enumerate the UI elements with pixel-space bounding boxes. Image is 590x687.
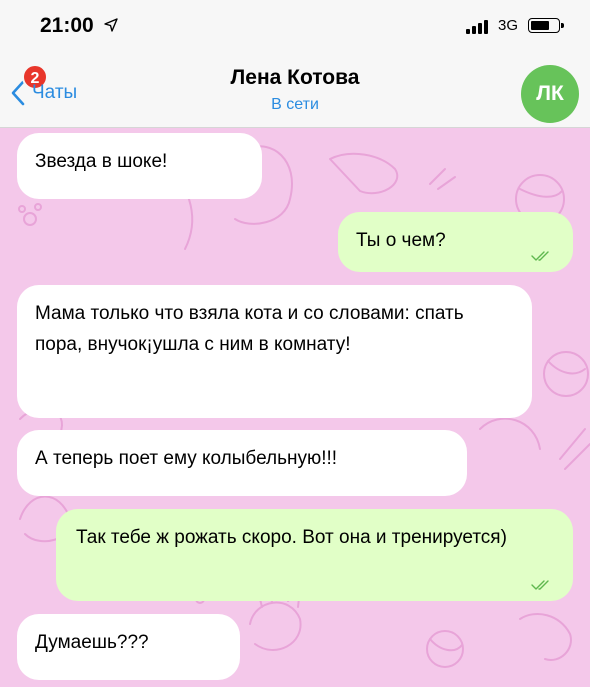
message-text: Звезда в шоке!: [35, 151, 168, 172]
location-arrow-icon: [104, 18, 118, 32]
signal-strength-icon: [466, 20, 488, 34]
network-type: 3G: [498, 17, 519, 34]
message-text: А теперь поет ему колыбельную!!!: [35, 448, 338, 469]
message-bubble-outgoing[interactable]: Так тебе ж рожать скоро. Вот она и трени…: [56, 509, 573, 601]
back-label: Чаты: [32, 82, 78, 103]
battery-icon: [528, 18, 564, 33]
avatar[interactable]: ЛК: [521, 65, 579, 123]
read-checkmarks-icon: [531, 580, 549, 590]
message-bubble-incoming[interactable]: А теперь поет ему колыбельную!!!: [17, 430, 467, 496]
chat-title: Лена Котова: [230, 66, 360, 89]
message-text: Так тебе ж рожать скоро. Вот она и трени…: [76, 527, 507, 548]
back-button[interactable]: 2 Чаты: [8, 64, 118, 114]
message-bubble-incoming[interactable]: Думаешь???: [17, 614, 240, 680]
online-status: В сети: [271, 96, 319, 113]
status-time: 21:00: [40, 14, 94, 37]
read-checkmarks-icon: [531, 251, 549, 261]
chat-title-block[interactable]: Лена Котова В сети: [170, 66, 420, 114]
message-text: Думаешь???: [35, 632, 149, 653]
message-text: Ты о чем?: [356, 230, 446, 251]
status-bar: 21:00 3G: [0, 0, 590, 50]
message-bubble-incoming[interactable]: Мама только что взяла кота и со словами:…: [17, 285, 532, 418]
message-text: Мама только что взяла кота и со словами:…: [35, 303, 464, 355]
chat-area[interactable]: Звезда в шоке! Ты о чем? Мама только что…: [0, 129, 590, 687]
chat-header: 2 Чаты Лена Котова В сети ЛК: [0, 50, 590, 128]
message-bubble-incoming[interactable]: Звезда в шоке!: [17, 133, 262, 199]
message-bubble-outgoing[interactable]: Ты о чем?: [338, 212, 573, 272]
